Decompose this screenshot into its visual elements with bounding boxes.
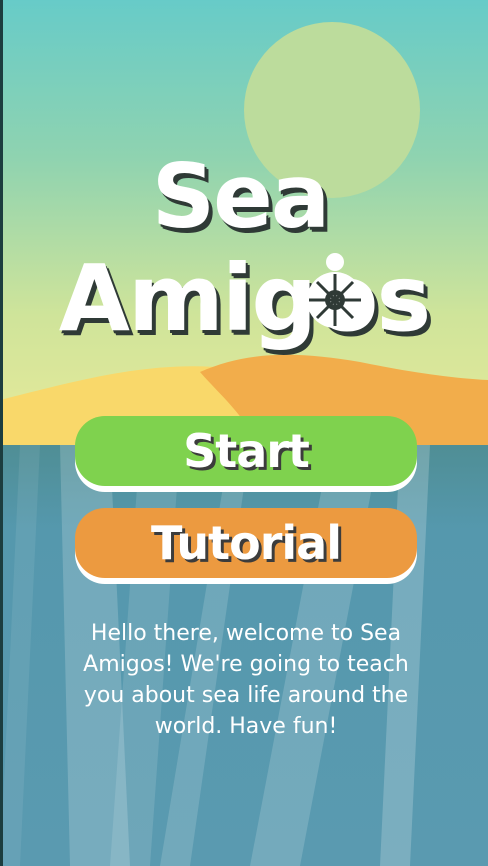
welcome-message: Hello there, welcome to Sea Amigos! We'r…	[83, 621, 409, 739]
game-title-line1: Sea	[151, 145, 330, 248]
screen-edge	[0, 0, 3, 866]
tutorial-button[interactable]: Tutorial	[75, 508, 417, 578]
turtle-icon	[307, 253, 363, 328]
start-button[interactable]: Start	[75, 416, 417, 486]
game-title-line2: Amigos	[58, 245, 431, 352]
